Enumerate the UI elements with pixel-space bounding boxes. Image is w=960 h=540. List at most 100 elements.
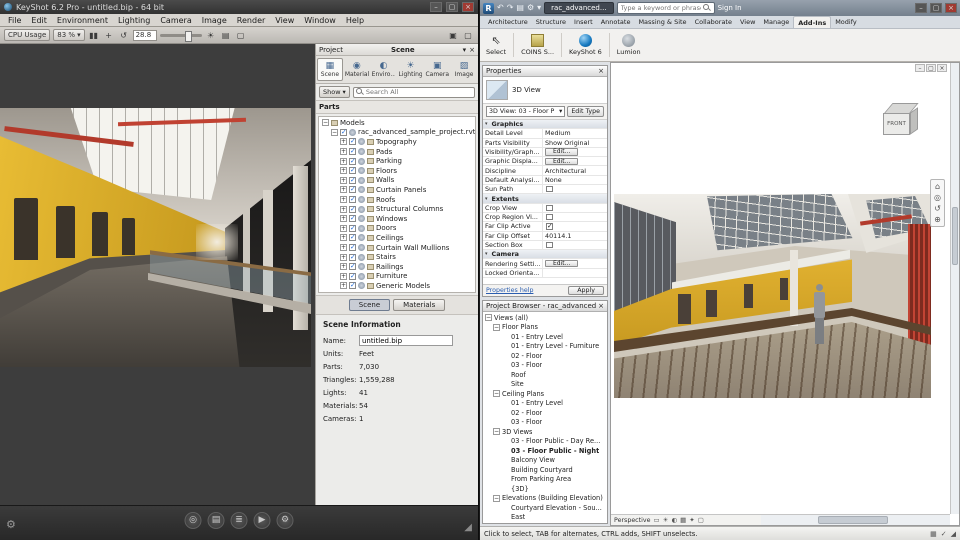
eye-icon[interactable] — [358, 215, 365, 222]
property-value[interactable]: Medium — [543, 129, 607, 137]
property-row[interactable]: Visibility/Graph... Edit... Edit... — [483, 148, 607, 157]
status-icon[interactable]: ✓ — [941, 530, 947, 538]
viewcube[interactable]: FRONT — [883, 103, 919, 141]
panel-tab[interactable]: ▦ Scene — [317, 58, 343, 81]
expand-icon[interactable] — [340, 225, 347, 232]
browser-tree-row[interactable]: 03 - Floor Public - Day Re... — [483, 437, 607, 447]
scrollbar-thumb[interactable] — [818, 516, 888, 524]
checkbox[interactable] — [349, 196, 356, 203]
eye-icon[interactable] — [358, 158, 365, 165]
expand-icon[interactable] — [340, 177, 347, 184]
property-row[interactable]: Rendering Setti... Edit... Edit... — [483, 259, 607, 268]
viewcube-front-face[interactable]: FRONT — [883, 113, 910, 135]
ribbon-tab[interactable]: Add-Ins — [793, 16, 831, 28]
checkbox[interactable] — [349, 215, 356, 222]
browser-tree-row[interactable]: Building Courtyard — [483, 465, 607, 475]
property-row[interactable]: Section Box — [483, 241, 607, 250]
edit-button[interactable]: Edit... — [545, 260, 578, 268]
select-button[interactable]: ⇖ Select — [482, 30, 510, 60]
toolbar-icon[interactable]: + — [103, 31, 115, 40]
browser-tree-row[interactable]: 03 - Floor Public - Night — [483, 446, 607, 456]
tree-root-row[interactable]: Models — [319, 118, 475, 128]
eye-icon[interactable] — [358, 273, 365, 280]
document-title-dropdown[interactable]: rac_advanced... — [544, 2, 613, 14]
expand-icon[interactable] — [340, 244, 347, 251]
property-row[interactable]: Crop View — [483, 204, 607, 213]
ribbon-tab[interactable]: Collaborate — [691, 16, 736, 28]
resize-grip-icon[interactable] — [951, 530, 956, 538]
view-control-icon[interactable]: ▦ — [680, 516, 686, 524]
search-input[interactable] — [366, 88, 472, 96]
checkbox[interactable] — [546, 186, 553, 193]
cpu-usage-button[interactable]: CPU Usage — [4, 29, 50, 41]
expand-icon[interactable] — [340, 273, 347, 280]
cpu-percent-dropdown[interactable]: 83 % — [53, 29, 84, 41]
expand-icon[interactable] — [340, 206, 347, 213]
edit-button[interactable]: Edit... — [545, 158, 578, 166]
menu-item[interactable]: Help — [341, 14, 369, 27]
property-row[interactable]: Discipline Architectural Architectural — [483, 166, 607, 175]
close-button[interactable] — [945, 3, 957, 13]
scene-tree[interactable]: Models rac_advanced_sample_project.rvt — [318, 116, 476, 293]
collapse-icon[interactable] — [493, 428, 500, 435]
eye-icon[interactable] — [358, 244, 365, 251]
project-browser-header[interactable]: Project Browser - rac_advanced_sam... — [483, 301, 607, 312]
browser-tree-row[interactable]: Balcony View — [483, 456, 607, 466]
eye-icon[interactable] — [358, 148, 365, 155]
property-row[interactable]: Extents — [483, 194, 607, 203]
panel-tab[interactable]: ◐ Enviro... — [371, 58, 397, 81]
browser-tree-row[interactable]: 03 - Floor — [483, 418, 607, 428]
checkbox[interactable] — [349, 158, 356, 165]
tree-item-row[interactable]: Furniture — [319, 272, 475, 282]
browser-tree-row[interactable]: 02 - Floor — [483, 351, 607, 361]
checkbox[interactable] — [349, 225, 356, 232]
tree-item-row[interactable]: Structural Columns — [319, 204, 475, 214]
toolbar-icon[interactable]: ↺ — [118, 31, 130, 40]
minimize-button[interactable] — [915, 3, 927, 13]
expand-icon[interactable] — [340, 234, 347, 241]
menu-item[interactable]: Image — [197, 14, 232, 27]
property-row[interactable]: Default Analysi... None None — [483, 176, 607, 185]
toolbar-icon[interactable]: ▢ — [235, 31, 247, 40]
bottom-tab[interactable]: Scene — [349, 299, 390, 311]
keyshot-titlebar[interactable]: KeyShot 6.2 Pro - untitled.bip - 64 bit — [0, 0, 478, 14]
checkbox[interactable] — [546, 214, 553, 221]
menu-item[interactable]: File — [3, 14, 26, 27]
checkbox[interactable] — [349, 263, 356, 270]
ribbon-tab[interactable]: Manage — [759, 16, 793, 28]
collapse-icon[interactable] — [331, 129, 338, 136]
expand-icon[interactable] — [340, 138, 347, 145]
browser-tree-row[interactable]: 03 - Floor — [483, 361, 607, 371]
close-icon[interactable] — [469, 46, 475, 54]
browser-tree-row[interactable]: 02 - Floor — [483, 408, 607, 418]
checkbox[interactable] — [546, 242, 553, 249]
tree-item-row[interactable]: Floors — [319, 166, 475, 176]
browser-tree-row[interactable]: Courtyard Elevation - Sou... — [483, 503, 607, 513]
checkbox[interactable] — [349, 273, 356, 280]
checkbox[interactable] — [349, 244, 356, 251]
collapse-icon[interactable] — [493, 390, 500, 397]
panel-tab[interactable]: ☀ Lighting — [397, 58, 423, 81]
horizontal-scrollbar[interactable] — [761, 514, 950, 525]
navigation-icon[interactable]: ↺ — [934, 204, 941, 213]
property-value[interactable]: Show Original — [543, 139, 607, 147]
panels-toggle-icon[interactable]: ▣ — [447, 31, 459, 40]
properties-help-link[interactable]: Properties help — [486, 287, 533, 294]
lumion-button[interactable]: Lumion — [613, 30, 645, 60]
checkbox[interactable] — [349, 206, 356, 213]
apply-button[interactable]: Apply — [568, 286, 604, 295]
property-row[interactable]: Detail Level Medium Medium — [483, 129, 607, 138]
close-button[interactable] — [462, 2, 474, 12]
status-icon[interactable]: ▦ — [930, 530, 937, 538]
restore-button[interactable] — [926, 64, 936, 72]
expand-icon[interactable] — [340, 282, 347, 289]
help-search-box[interactable] — [617, 2, 715, 14]
eye-icon[interactable] — [349, 129, 356, 136]
properties-header[interactable]: Properties — [483, 66, 607, 77]
collapse-icon[interactable] — [322, 119, 329, 126]
navigation-icon[interactable]: ⊕ — [934, 215, 941, 224]
property-row[interactable]: Sun Path — [483, 185, 607, 194]
minimize-button[interactable] — [915, 64, 925, 72]
revit-titlebar[interactable]: R ↶ ↷ ▤ ⚙ ▾ rac_advanced... Sign In — [480, 0, 960, 16]
scrollbar-thumb[interactable] — [952, 207, 958, 265]
